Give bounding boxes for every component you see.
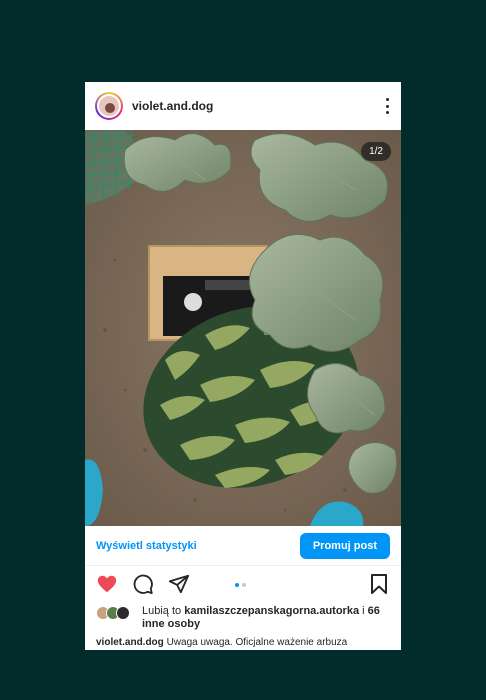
likes-summary[interactable]: Lubią to kamilaszczepanskagorna.autorka … — [142, 605, 392, 631]
avatar-image — [97, 94, 121, 118]
carousel-dot-active — [235, 583, 239, 587]
carousel-counter: 1/2 — [361, 142, 391, 161]
post-photo[interactable]: 1/2 — [85, 130, 401, 526]
share-icon[interactable] — [168, 573, 190, 595]
more-options-icon[interactable] — [385, 98, 389, 114]
promote-post-button[interactable]: Promuj post — [299, 532, 390, 559]
liked-by-username[interactable]: kamilaszczepanskagorna.autorka — [184, 605, 359, 617]
likes-row: Lubią to kamilaszczepanskagorna.autorka … — [96, 605, 392, 631]
avatar[interactable] — [95, 92, 123, 120]
heart-icon[interactable] — [96, 573, 118, 595]
likes-prefix: Lubią to — [142, 605, 182, 617]
caption-text: Uwaga uwaga. Oficjalne ważenie arbuza — [166, 637, 348, 648]
view-insights-link[interactable]: Wyświetl statystyki — [96, 540, 197, 552]
post-caption: violet.and.dog Uwaga uwaga. Oficjalne wa… — [96, 637, 392, 648]
likes-conjunction: i — [362, 605, 365, 617]
comment-icon[interactable] — [132, 573, 154, 595]
carousel-dot — [242, 583, 246, 587]
carousel-dots — [235, 583, 246, 587]
post-card: violet.and.dog 1/2 Wyświetl statystyki P… — [85, 82, 401, 650]
caption-username[interactable]: violet.and.dog — [96, 637, 164, 648]
post-header: violet.and.dog — [85, 82, 401, 130]
liker-avatar — [116, 606, 130, 620]
watermelon-photo — [85, 130, 401, 526]
insights-bar: Wyświetl statystyki Promuj post — [85, 526, 401, 566]
action-bar — [85, 572, 401, 596]
bookmark-icon[interactable] — [370, 574, 388, 594]
username[interactable]: violet.and.dog — [132, 99, 213, 113]
liker-avatars[interactable] — [96, 605, 136, 623]
